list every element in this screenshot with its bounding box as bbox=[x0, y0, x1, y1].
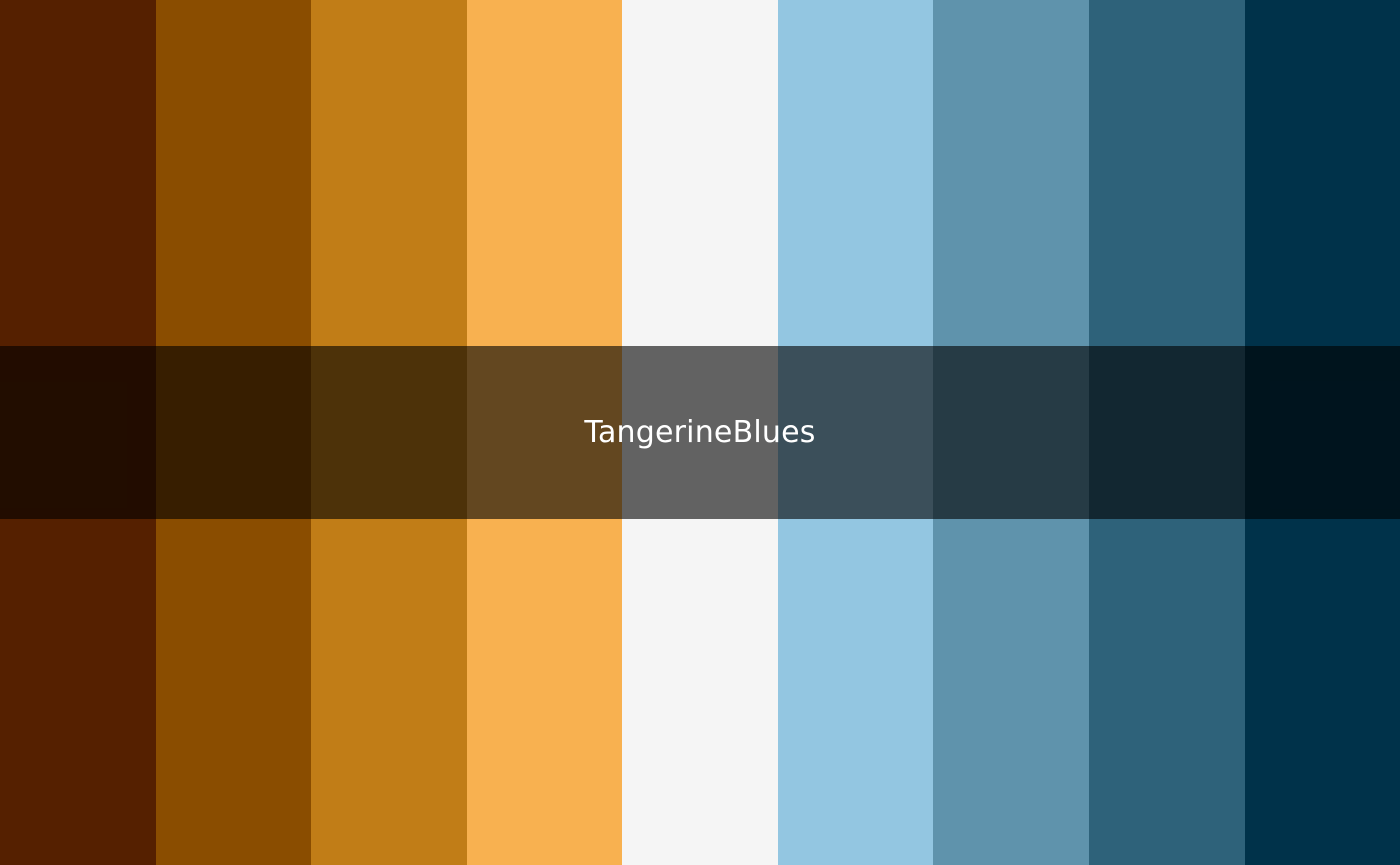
palette-name: TangerineBlues bbox=[584, 415, 816, 450]
color-palette: TangerineBlues bbox=[0, 0, 1400, 865]
palette-name-band: TangerineBlues bbox=[0, 346, 1400, 519]
